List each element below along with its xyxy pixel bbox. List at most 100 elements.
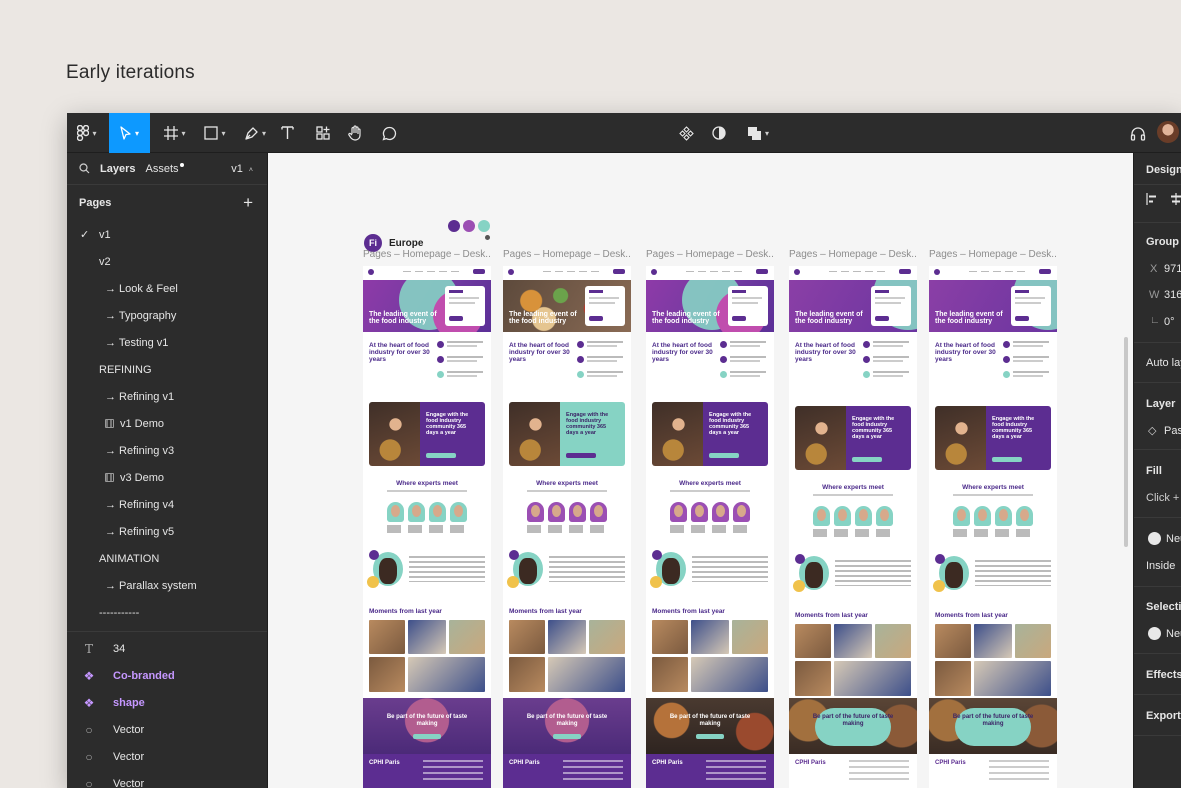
engage-title: Engage with the food industry community … <box>426 412 469 436</box>
toolbar: ▾ ▾ ▾ ▾ ▾ ▾ <box>67 113 1181 153</box>
move-tool-button[interactable]: ▾ <box>109 113 150 153</box>
w-input[interactable]: 316 <box>1164 289 1181 301</box>
layer-row[interactable]: T 34 <box>67 635 267 662</box>
palette-swatch-violet[interactable] <box>463 220 475 232</box>
cta-section: Be part of the future of taste making <box>929 698 1057 754</box>
frame-tool-button[interactable]: ▾ <box>157 113 193 153</box>
page-item[interactable]: ANIMATION <box>67 545 267 572</box>
mask-button[interactable] <box>707 113 731 153</box>
page-frame[interactable]: The leading event of the food industry At… <box>929 266 1057 788</box>
frame-name[interactable]: Pages – Homepage – Desk... <box>789 249 917 260</box>
nav-link <box>591 271 599 272</box>
canvas-scrollbar[interactable] <box>1124 337 1128 547</box>
boolean-button[interactable]: ▾ <box>743 113 773 153</box>
page-item[interactable]: ----------- <box>67 599 267 626</box>
page-frame[interactable]: The leading event of the food industry At… <box>789 266 917 788</box>
add-page-icon[interactable]: + <box>243 193 253 213</box>
engage-section: Engage with the food industry community … <box>795 406 911 470</box>
page-item[interactable]: ✓ v1 <box>67 221 267 248</box>
layer-row[interactable]: ❖ Co-branded <box>67 662 267 689</box>
nav-link <box>451 271 459 272</box>
photo <box>548 620 586 654</box>
page-item[interactable]: → Refining v4 <box>67 491 267 518</box>
frame-name[interactable]: Pages – Homepage – Desk... <box>363 249 491 260</box>
x-input[interactable]: 971 <box>1164 263 1181 275</box>
search-icon[interactable] <box>79 163 90 174</box>
expert-avatar <box>995 506 1012 526</box>
tab-layers[interactable]: Layers <box>100 163 135 175</box>
footer-title: CPHI Paris <box>795 760 826 766</box>
page-item[interactable]: → Parallax system <box>67 572 267 599</box>
page-frame[interactable]: The leading event of the food industry At… <box>363 266 491 788</box>
main-menu-button[interactable]: ▾ <box>67 113 107 153</box>
engage-section: Engage with the food industry community … <box>509 402 625 466</box>
text-tool-button[interactable] <box>275 113 299 153</box>
palette-swatch-mint[interactable] <box>478 220 490 232</box>
page-item[interactable]: → Refining v1 <box>67 383 267 410</box>
page-item[interactable]: → Typography <box>67 302 267 329</box>
page-item[interactable]: v2 <box>67 248 267 275</box>
engage-image <box>369 402 423 466</box>
tab-assets[interactable]: Assets <box>145 162 184 175</box>
page-frame[interactable]: The leading event of the food industry At… <box>503 266 631 788</box>
selection-color-swatch[interactable] <box>1148 627 1161 640</box>
tab-assets-label: Assets <box>145 162 179 175</box>
page-item[interactable]: → Look & Feel <box>67 275 267 302</box>
frame-name[interactable]: Pages – Homepage – Desk... <box>503 249 631 260</box>
page-item[interactable]: v3 Demo <box>67 464 267 491</box>
shape-tool-button[interactable]: ▾ <box>197 113 233 153</box>
canvas[interactable]: Fi Europe Pages – Homepage – Desk... The … <box>268 153 1133 788</box>
blend-mode-dropdown[interactable]: Pass through <box>1164 425 1181 437</box>
page-item[interactable]: → Testing v1 <box>67 329 267 356</box>
nav-button <box>613 269 625 274</box>
vector-icon: ○ <box>85 749 93 764</box>
layer-row[interactable]: ❖ shape <box>67 689 267 716</box>
avatar[interactable] <box>1157 121 1179 143</box>
pen-tool-button[interactable]: ▾ <box>237 113 273 153</box>
bullet-line <box>873 360 903 362</box>
stroke-color-swatch[interactable] <box>1148 532 1161 545</box>
align-left-icon[interactable] <box>1146 193 1158 208</box>
page-item[interactable]: → Refining v3 <box>67 437 267 464</box>
expert-avatar <box>527 502 544 522</box>
frame-name[interactable]: Pages – Homepage – Desk... <box>646 249 774 260</box>
component-icon: ❖ <box>83 695 95 710</box>
stroke-position-dropdown[interactable]: Inside <box>1146 560 1175 572</box>
bullet-line <box>1013 375 1043 377</box>
bullet-line <box>873 341 909 343</box>
version-dropdown[interactable]: v1 ˄ <box>231 163 253 175</box>
layer-row[interactable]: ○ Vector <box>67 716 267 743</box>
bullet <box>437 355 487 367</box>
layer-row[interactable]: ○ Vector <box>67 743 267 770</box>
experts-avatars <box>527 502 607 522</box>
frame-name[interactable]: Pages – Homepage – Desk... <box>929 249 1057 260</box>
stroke-style[interactable]: Neutral <box>1166 533 1181 545</box>
auto-layout-title[interactable]: Auto layout <box>1146 357 1181 369</box>
tab-design[interactable]: Design <box>1146 164 1181 176</box>
layer-row[interactable]: ○ Vector <box>67 770 267 788</box>
components-button[interactable] <box>674 113 698 153</box>
hand-tool-button[interactable] <box>343 113 367 153</box>
nav-link <box>853 271 861 272</box>
palette-swatch-purple[interactable] <box>448 220 460 232</box>
export-title[interactable]: Export <box>1146 710 1181 722</box>
photo <box>795 624 831 658</box>
align-center-icon[interactable] <box>1170 193 1181 208</box>
rotation-input[interactable]: 0° <box>1164 316 1175 328</box>
resources-button[interactable] <box>311 113 335 153</box>
selection-color-style[interactable]: Neutral <box>1166 628 1181 640</box>
testimonial-quote <box>835 560 911 586</box>
bullet <box>1003 370 1053 382</box>
experts-title: Where experts meet <box>822 484 884 491</box>
page-item-label: → Refining v3 <box>105 444 175 457</box>
page-item[interactable]: → Refining v5 <box>67 518 267 545</box>
bullet-list <box>437 340 487 385</box>
engage-panel: Engage with the food industry community … <box>420 402 485 466</box>
comment-tool-button[interactable] <box>377 113 401 153</box>
page-item[interactable]: v1 Demo <box>67 410 267 437</box>
audio-button[interactable] <box>1127 113 1149 153</box>
page-frame[interactable]: The leading event of the food industry At… <box>646 266 774 788</box>
page-item[interactable]: REFINING <box>67 356 267 383</box>
effects-title[interactable]: Effects <box>1146 669 1181 681</box>
nav-link <box>1017 271 1025 272</box>
